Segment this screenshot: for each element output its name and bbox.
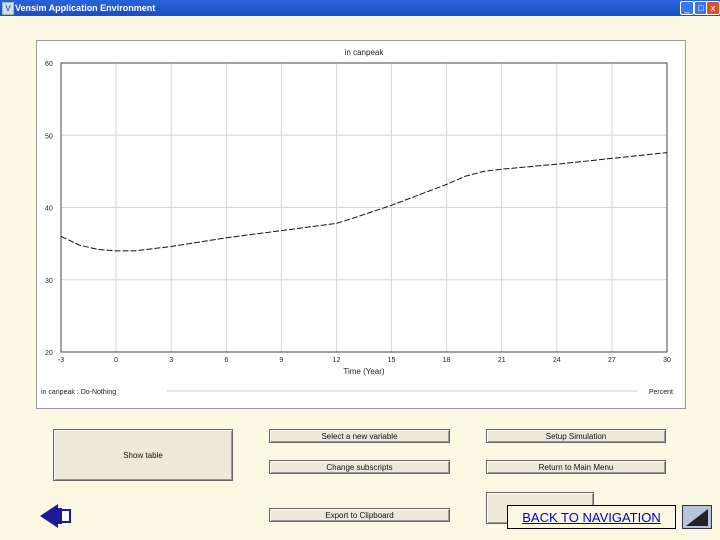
x-tick-label: 3 [169,357,173,364]
change-subscripts-button[interactable]: Change subscripts [269,460,450,474]
minimize-button[interactable]: _ [680,1,694,15]
forward-arrow-icon[interactable] [682,505,712,529]
x-tick-label: 27 [608,357,616,364]
x-tick-label: 30 [663,357,671,364]
x-tick-label: 18 [443,357,451,364]
y-tick-label: 30 [45,278,53,285]
export-clipboard-button[interactable]: Export to Clipboard [269,508,450,522]
y-tick-label: 50 [45,133,53,140]
close-button[interactable]: x [706,1,720,15]
chart-title: in canpeak [345,48,385,57]
x-tick-label: 9 [279,357,283,364]
y-tick-label: 40 [45,206,53,213]
chart-panel: -3 0 3 6 9 12 15 18 21 24 27 30 60 50 40 30 20 in canpeak… [36,40,686,409]
y-tick-label: 60 [45,61,53,68]
x-axis-label: Time (Year) [343,367,385,376]
return-main-menu-button[interactable]: Return to Main Menu [486,460,666,474]
x-tick-label: 15 [388,357,396,364]
show-table-button[interactable]: Show table [53,429,233,481]
title-bar: V Vensim Application Environment _ □ x [0,0,720,16]
x-tick-label: 24 [553,357,561,364]
line-chart: -3 0 3 6 9 12 15 18 21 24 27 30 60 50 40 30 20 in canpeak… [41,48,673,396]
x-tick-label: 21 [498,357,506,364]
x-tick-label: 0 [114,357,118,364]
legend-units-label: Percent [649,389,673,396]
legend-series-label: in canpeak : Do-Nothing [41,389,116,396]
select-variable-button[interactable]: Select a new variable [269,429,450,443]
back-to-navigation-link[interactable]: BACK TO NAVIGATION [507,505,676,529]
x-tick-label: 12 [333,357,341,364]
setup-simulation-button[interactable]: Setup Simulation [486,429,666,443]
window-title: Vensim Application Environment [15,3,156,13]
x-tick-label: -3 [58,357,64,364]
x-tick-label: 6 [224,357,228,364]
y-tick-label: 20 [45,350,53,357]
app-icon: V [2,2,14,15]
back-arrow-icon[interactable] [38,502,72,530]
